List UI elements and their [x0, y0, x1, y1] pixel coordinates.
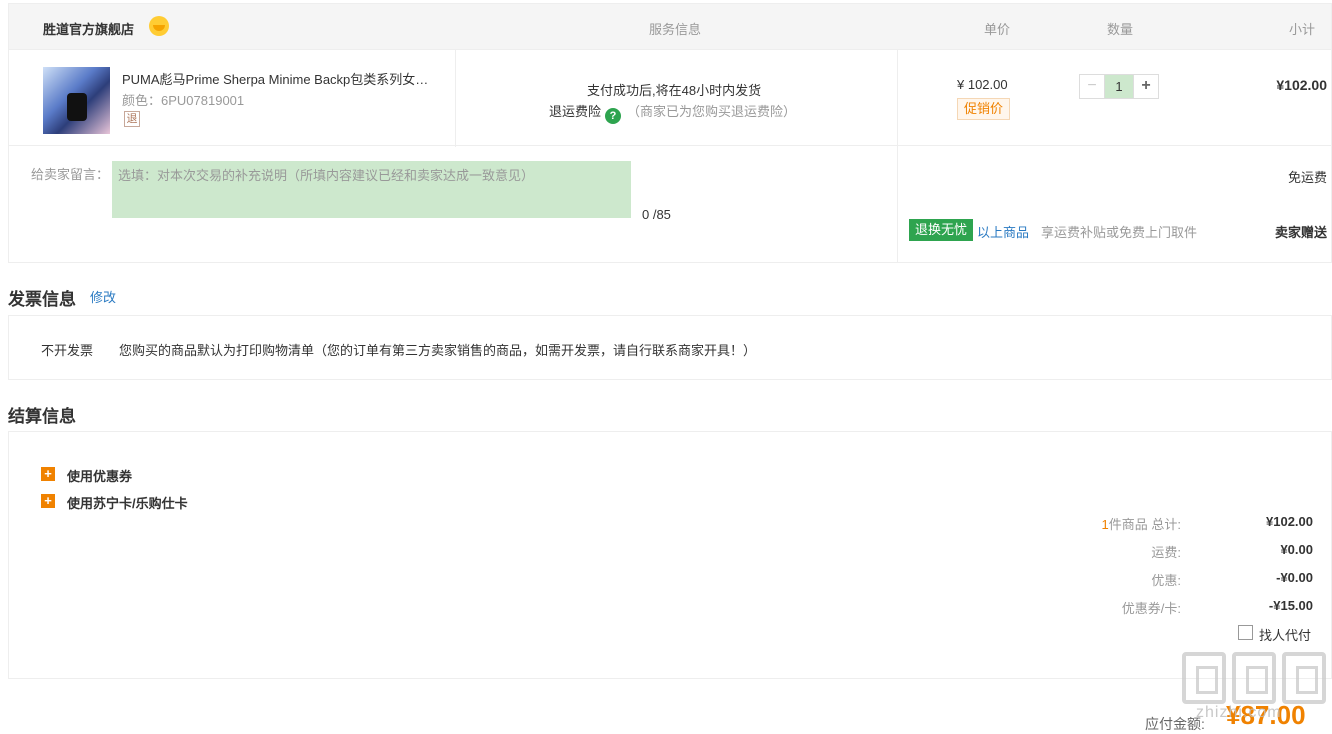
shipping-value: ¥0.00 [1280, 542, 1313, 557]
divider [897, 50, 898, 147]
proxy-pay-checkbox[interactable] [1238, 625, 1253, 640]
seller-message-input[interactable]: 选填：对本次交易的补充说明（所填内容建议已经和卖家达成一致意见） [112, 161, 631, 218]
total-value: ¥102.00 [1266, 514, 1313, 529]
expand-plus-icon[interactable]: + [41, 494, 55, 508]
return-tag-icon: 退 [124, 111, 140, 127]
total-label-text: 件商品 总计: [1108, 517, 1181, 532]
invoice-box: 不开发票 您购买的商品默认为打印购物清单（您的订单有第三方卖家销售的商品，如需开… [8, 315, 1332, 380]
col-unit-price: 单价 [984, 22, 1011, 37]
coupon-value: -¥15.00 [1268, 598, 1313, 613]
store-name[interactable]: 胜道官方旗舰店 [43, 19, 134, 38]
discount-label: 优惠: [1151, 573, 1181, 588]
col-quantity: 数量 [1107, 22, 1134, 37]
unit-price: ¥ 102.00 [957, 77, 1008, 92]
watermark-glyph-icon [1232, 652, 1276, 704]
item-count: 1 [1101, 517, 1109, 532]
return-worry-free-badge: 退换无忧 [909, 219, 974, 241]
cart-header: 胜道官方旗舰店 服务信息 单价 数量 小计 [8, 3, 1332, 49]
free-shipping: 免运费 [1287, 170, 1327, 185]
divider [455, 50, 456, 147]
discount-value: -¥0.00 [1276, 570, 1313, 585]
return-insurance: 退运费险? （商家已为您购买退运费险） [549, 101, 796, 124]
quantity-input[interactable]: 1 [1104, 75, 1134, 98]
product-row: PUMA彪马Prime Sherpa Minime Backp包类系列女… 颜色… [8, 49, 1332, 147]
watermark: zhizhi.com [1182, 652, 1332, 734]
seller-gift: 卖家赠送 [1274, 225, 1327, 240]
invoice-title: 发票信息 [8, 290, 76, 309]
return-insurance-note: （商家已为您购买退运费险） [627, 104, 797, 119]
total-label: 1件商品 总计: [1102, 514, 1181, 533]
message-label: 给卖家留言： [31, 167, 110, 182]
quantity-plus-button[interactable]: + [1134, 75, 1158, 98]
message-char-count: 0 /85 [642, 207, 671, 222]
message-row: 给卖家留言： 选填：对本次交易的补充说明（所填内容建议已经和卖家达成一致意见） … [8, 145, 1332, 263]
col-subtotal: 小计 [1289, 22, 1316, 37]
store-badge-icon [149, 16, 169, 36]
product-color: 颜色：6PU07819001 [122, 93, 245, 108]
use-card-option[interactable]: 使用苏宁卡/乐购仕卡 [67, 493, 188, 512]
quantity-minus-button[interactable]: − [1080, 75, 1104, 98]
return-insurance-label: 退运费险 [549, 104, 602, 119]
invoice-note: 您购买的商品默认为打印购物清单（您的订单有第三方卖家销售的商品，如需开发票，请自… [119, 343, 757, 358]
expand-plus-icon[interactable]: + [41, 467, 55, 481]
item-subtotal: ¥102.00 [1276, 77, 1327, 93]
watermark-glyph-icon [1282, 652, 1326, 704]
quantity-stepper: − 1 + [1079, 74, 1159, 99]
product-thumbnail[interactable] [43, 67, 110, 134]
invoice-edit-link[interactable]: 修改 [90, 287, 116, 306]
product-title[interactable]: PUMA彪马Prime Sherpa Minime Backp包类系列女… [122, 69, 452, 88]
settlement-title: 结算信息 [8, 407, 76, 426]
return-note: 享运费补贴或免费上门取件 [1041, 225, 1198, 240]
proxy-pay-label[interactable]: 找人代付 [1259, 625, 1311, 644]
divider [897, 145, 898, 263]
watermark-site: zhizhi.com [1196, 704, 1282, 721]
settlement-box: + 使用优惠券 + 使用苏宁卡/乐购仕卡 1件商品 总计: ¥102.00 运费… [8, 431, 1332, 679]
coupon-label: 优惠券/卡: [1121, 601, 1181, 616]
use-coupon-option[interactable]: 使用优惠券 [67, 466, 132, 485]
col-service: 服务信息 [649, 22, 702, 37]
invoice-type: 不开发票 [41, 343, 94, 358]
shipping-promise: 支付成功后,将在48小时内发货 [587, 83, 762, 98]
help-icon[interactable]: ? [605, 108, 622, 124]
watermark-glyph-icon [1182, 652, 1226, 704]
promo-tag: 促销价 [957, 98, 1011, 120]
above-items-link[interactable]: 以上商品 [977, 222, 1029, 241]
shipping-label: 运费: [1151, 545, 1181, 560]
